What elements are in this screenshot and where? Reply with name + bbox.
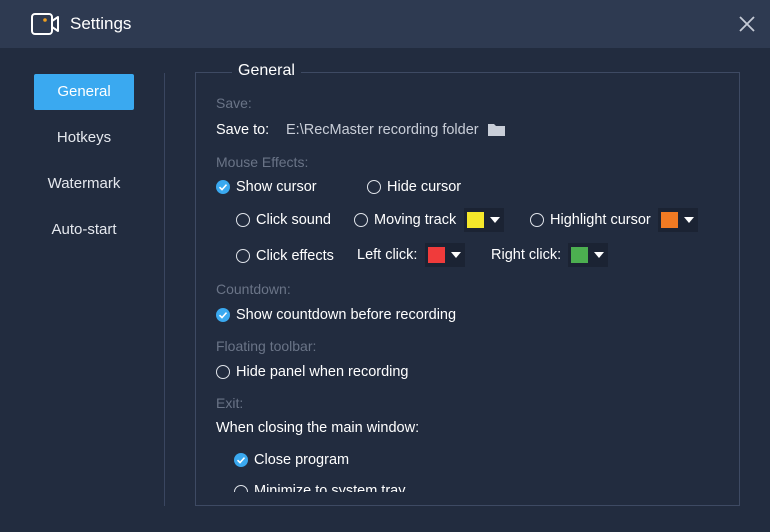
countdown-section-label: Countdown:: [216, 281, 291, 297]
sidebar-item-hotkeys[interactable]: Hotkeys: [34, 120, 134, 156]
close-program-label: Close program: [254, 452, 350, 468]
left-click-color-picker[interactable]: [425, 243, 465, 267]
right-click-color-picker[interactable]: [568, 243, 608, 267]
show-countdown-label: Show countdown before recording: [236, 307, 457, 323]
save-path: E:\RecMaster recording folder: [286, 122, 479, 138]
chevron-down-icon: [490, 217, 500, 223]
right-click-label: Right click:: [491, 247, 562, 263]
left-click-color-swatch: [428, 247, 445, 263]
close-icon[interactable]: [736, 13, 758, 35]
title-bar: Settings: [0, 0, 770, 48]
window-title: Settings: [70, 14, 132, 33]
folder-icon[interactable]: [487, 122, 506, 137]
close-program-radio[interactable]: [234, 453, 248, 467]
chevron-down-icon: [684, 217, 694, 223]
click-effects-radio[interactable]: [236, 249, 250, 263]
mouse-effects-section-label: Mouse Effects:: [216, 154, 309, 170]
moving-track-radio[interactable]: [354, 213, 368, 227]
moving-track-label: Moving track: [374, 212, 457, 228]
sidebar-item-watermark[interactable]: Watermark: [34, 166, 134, 202]
save-to-label: Save to:: [216, 122, 270, 138]
right-click-color-swatch: [571, 247, 588, 263]
highlight-cursor-radio[interactable]: [530, 213, 544, 227]
scroll-clip-area: Minimize to system tray: [196, 478, 739, 492]
checkmark-icon: [218, 312, 228, 319]
general-group-title: General: [232, 62, 301, 80]
highlight-cursor-label: Highlight cursor: [550, 212, 651, 228]
left-click-label: Left click:: [357, 247, 418, 263]
video-camera-icon: [31, 13, 59, 35]
hide-panel-checkbox[interactable]: [216, 365, 230, 379]
show-cursor-label: Show cursor: [236, 179, 317, 195]
exit-section-label: Exit:: [216, 395, 244, 411]
save-section-label: Save:: [216, 95, 252, 111]
hide-cursor-radio[interactable]: [367, 180, 381, 194]
checkmark-icon: [236, 457, 246, 464]
hide-panel-label: Hide panel when recording: [236, 364, 409, 380]
exit-prompt: When closing the main window:: [216, 420, 420, 436]
highlight-cursor-color-swatch: [661, 212, 678, 228]
sidebar-item-auto-start[interactable]: Auto-start: [34, 212, 134, 248]
checkmark-icon: [218, 184, 228, 191]
click-effects-label: Click effects: [256, 248, 334, 264]
floating-toolbar-section-label: Floating toolbar:: [216, 338, 317, 354]
sidebar-divider: [164, 73, 165, 506]
moving-track-color-swatch: [467, 212, 484, 228]
chevron-down-icon: [451, 252, 461, 258]
show-countdown-checkbox[interactable]: [216, 308, 230, 322]
moving-track-color-picker[interactable]: [464, 208, 504, 232]
highlight-cursor-color-picker[interactable]: [658, 208, 698, 232]
minimize-tray-radio[interactable]: [234, 485, 248, 492]
hide-cursor-label: Hide cursor: [387, 179, 462, 195]
sidebar-item-general[interactable]: General: [34, 74, 134, 110]
chevron-down-icon: [594, 252, 604, 258]
minimize-tray-label: Minimize to system tray: [254, 483, 406, 492]
show-cursor-radio[interactable]: [216, 180, 230, 194]
click-sound-radio[interactable]: [236, 213, 250, 227]
click-sound-label: Click sound: [256, 212, 331, 228]
